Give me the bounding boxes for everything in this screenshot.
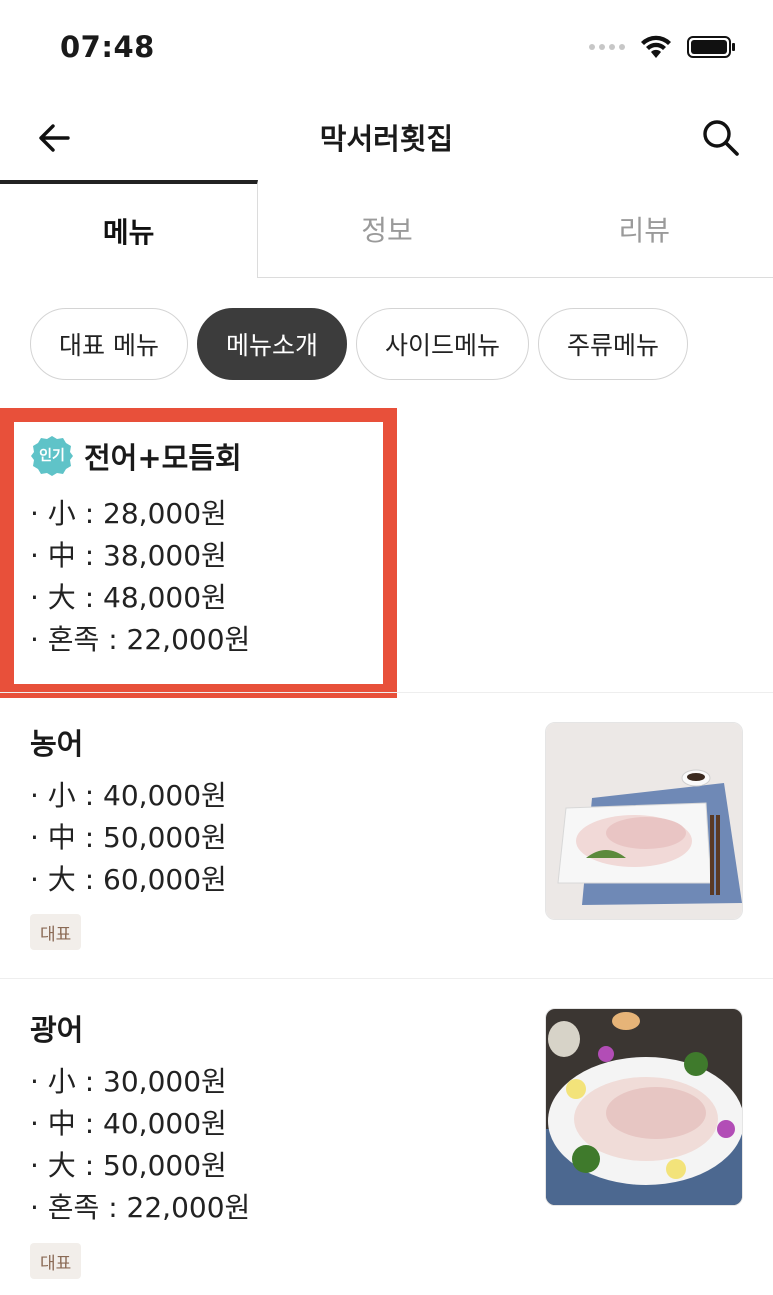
- category-chips: 대표 메뉴 메뉴소개 사이드메뉴 주류메뉴: [30, 308, 688, 380]
- menu-item-title: 광어: [30, 1007, 83, 1049]
- price-line: · 大 : 60,000원: [30, 863, 227, 896]
- price-line: · 혼족 : 22,000원: [30, 1191, 251, 1224]
- status-time: 07:48: [60, 30, 155, 64]
- popular-badge: 인기: [30, 434, 74, 478]
- wifi-icon: [641, 35, 671, 58]
- menu-item[interactable]: 광어 · 小 : 30,000원 · 中 : 40,000원 · 大 : 50,…: [0, 978, 773, 1295]
- price-line: · 小 : 28,000원: [30, 497, 227, 530]
- menu-item-photo: [545, 722, 743, 920]
- status-bar: 07:48: [0, 0, 773, 96]
- search-button[interactable]: [697, 114, 745, 162]
- price-line: · 中 : 50,000원: [30, 821, 227, 854]
- menu-item-photo: [545, 1008, 743, 1206]
- representative-tag: 대표: [30, 1243, 82, 1279]
- representative-tag: 대표: [30, 914, 82, 950]
- price-line: · 中 : 38,000원: [30, 539, 227, 572]
- tab-bar: 메뉴 정보 리뷰: [0, 180, 773, 278]
- price-line: · 大 : 48,000원: [30, 581, 227, 614]
- price-line: · 小 : 30,000원: [30, 1065, 227, 1098]
- menu-item-title: 농어: [30, 721, 83, 763]
- app-header: 막서러횟집: [0, 96, 773, 180]
- tab-menu[interactable]: 메뉴: [0, 180, 259, 278]
- cellular-signal-icon: [589, 44, 625, 50]
- chip-drinks-menu[interactable]: 주류메뉴: [537, 308, 688, 380]
- page-title: 막서러횟집: [319, 122, 454, 156]
- menu-item[interactable]: 인기 전어+모듬회 · 小 : 28,000원 · 中 : 38,000원 · …: [0, 408, 773, 690]
- price-line: · 혼족 : 22,000원: [30, 623, 251, 656]
- price-line: · 中 : 40,000원: [30, 1107, 227, 1140]
- price-line: · 小 : 40,000원: [30, 779, 227, 812]
- chip-side-menu[interactable]: 사이드메뉴: [355, 308, 529, 380]
- menu-item-name: 광어: [30, 1013, 84, 1047]
- price-list: · 小 : 28,000원 · 中 : 38,000원 · 大 : 48,000…: [30, 493, 250, 661]
- price-line: · 大 : 50,000원: [30, 1149, 227, 1182]
- menu-item-name: 전어+모듬회: [84, 441, 242, 475]
- menu-item-name: 농어: [30, 727, 84, 761]
- popular-badge-label: 인기: [39, 448, 65, 464]
- menu-item[interactable]: 농어 · 小 : 40,000원 · 中 : 50,000원 · 大 : 60,…: [0, 692, 773, 976]
- chip-menu-intro[interactable]: 메뉴소개: [196, 308, 347, 380]
- price-list: · 小 : 30,000원 · 中 : 40,000원 · 大 : 50,000…: [30, 1061, 250, 1229]
- search-icon: [703, 120, 739, 156]
- tab-info[interactable]: 정보: [258, 180, 516, 278]
- chip-representative-menu[interactable]: 대표 메뉴: [30, 308, 188, 380]
- menu-item-title: 인기 전어+모듬회: [30, 434, 242, 478]
- tab-reviews[interactable]: 리뷰: [515, 180, 773, 278]
- price-list: · 小 : 40,000원 · 中 : 50,000원 · 大 : 60,000…: [30, 775, 227, 901]
- battery-icon: [687, 36, 735, 58]
- status-icons: [589, 34, 737, 60]
